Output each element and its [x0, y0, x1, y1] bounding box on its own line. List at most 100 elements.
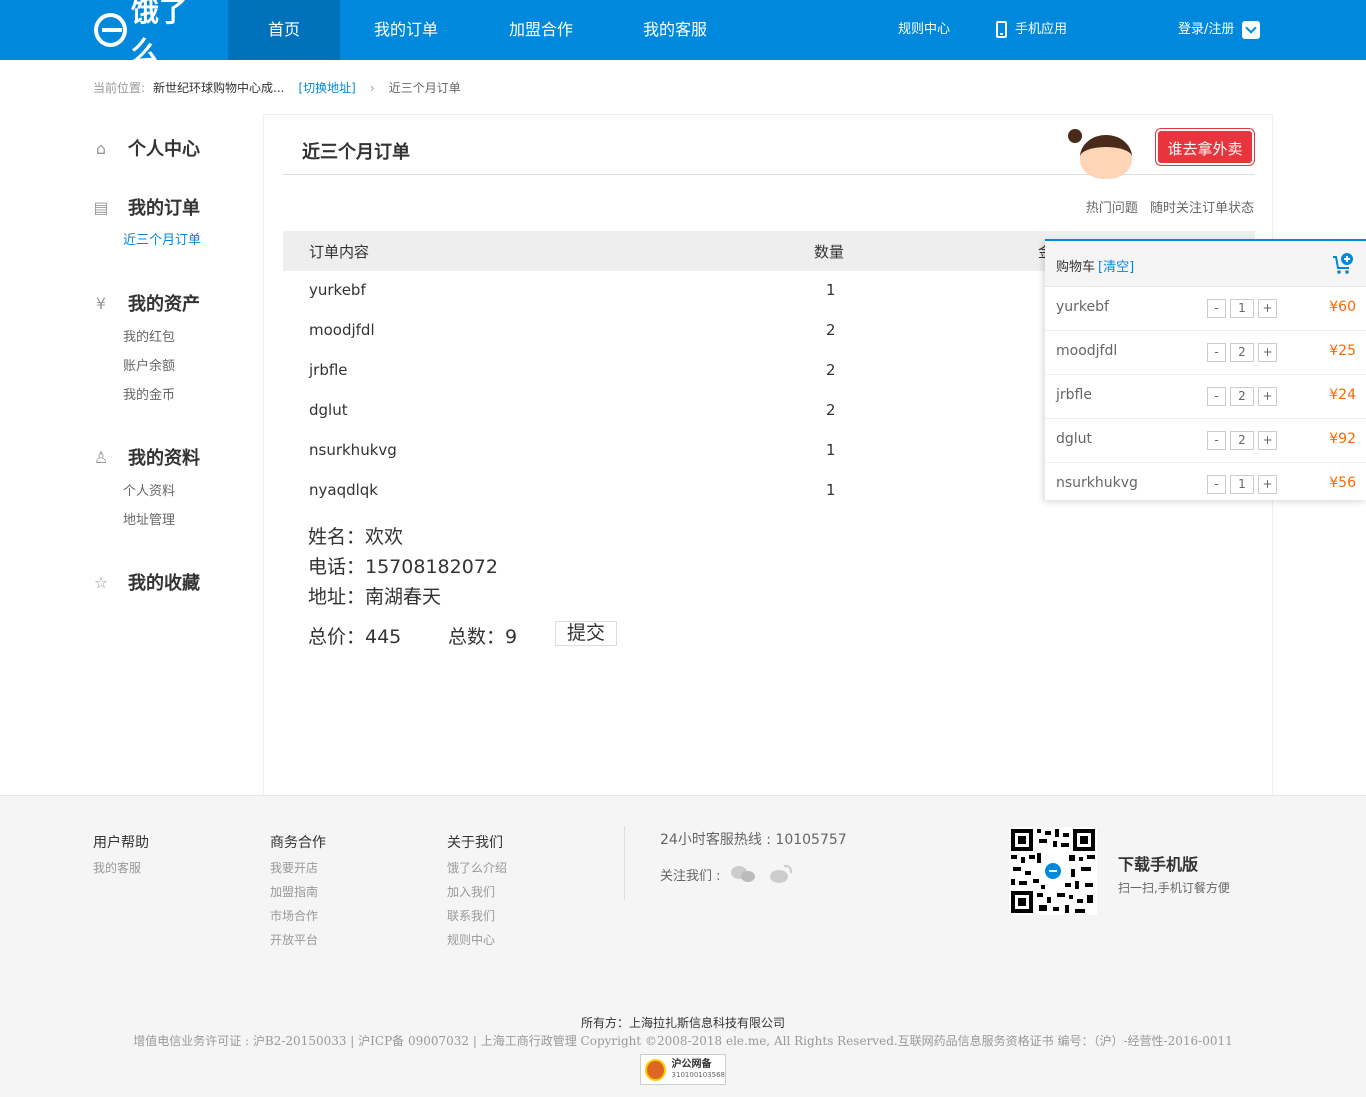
cart-item-name: nsurkhukvg	[1056, 475, 1138, 491]
top-nav-bar: 饿了么 首页 我的订单 加盟合作 我的客服 规则中心 手机应用 登录/注册	[0, 0, 1366, 68]
footer-link[interactable]: 加盟指南	[270, 880, 326, 904]
star-icon: ☆	[93, 572, 109, 592]
police-record-badge[interactable]: 沪公网备 310100103568	[640, 1054, 726, 1085]
sidebar-item-balance[interactable]: 账户余额	[123, 352, 200, 381]
quantity-value[interactable]: 2	[1230, 431, 1254, 450]
cart-item-name: yurkebf	[1056, 299, 1109, 315]
footer-link[interactable]: 饿了么介绍	[447, 856, 507, 880]
cart-item: moodjfdl - 2 + ¥25	[1045, 331, 1366, 375]
quantity-value[interactable]: 2	[1230, 387, 1254, 406]
nav-my-orders[interactable]: 我的订单	[350, 0, 462, 60]
sidebar-item-profile[interactable]: ♙ 我的资料	[93, 443, 200, 471]
site-owner: 所有方：上海拉扎斯信息科技有限公司	[580, 1016, 785, 1030]
increase-button[interactable]: +	[1258, 299, 1277, 318]
footer-link[interactable]: 市场合作	[270, 904, 326, 928]
badge-number: 310100103568	[671, 1070, 725, 1079]
footer-column-title: 商务合作	[270, 835, 326, 851]
sidebar-heading: 我的资料	[128, 448, 200, 469]
login-register[interactable]: 登录/注册	[1178, 0, 1261, 60]
cart-item: jrbfle - 2 + ¥24	[1045, 375, 1366, 419]
quantity-value[interactable]: 1	[1230, 475, 1254, 494]
clear-cart-button[interactable]: [清空]	[1098, 260, 1134, 275]
follow-us: 关注我们 :	[660, 864, 793, 884]
sidebar-heading: 我的收藏	[128, 573, 200, 594]
add-to-cart-icon[interactable]	[1332, 253, 1354, 275]
mascot-hair-bun-icon	[1068, 129, 1082, 143]
sidebar-heading: 我的订单	[128, 198, 200, 219]
sidebar-heading: 个人中心	[128, 139, 200, 160]
sidebar-item-my-orders[interactable]: ▤ 我的订单	[93, 193, 201, 221]
breadcrumb-current: 近三个月订单	[388, 81, 461, 95]
decrease-button[interactable]: -	[1207, 387, 1226, 406]
eleme-logo[interactable]: 饿了么	[94, 0, 212, 68]
switch-address-link[interactable]: [切换地址]	[299, 79, 356, 96]
decrease-button[interactable]: -	[1207, 343, 1226, 362]
yen-icon: ¥	[95, 293, 107, 313]
sidebar-item-coins[interactable]: 我的金币	[123, 381, 200, 410]
quantity-value[interactable]: 1	[1230, 299, 1254, 318]
row-item-name: yurkebf	[309, 281, 366, 299]
page-title: 近三个月订单	[302, 142, 410, 163]
column-header-content: 订单内容	[309, 243, 370, 261]
cart-item: nsurkhukvg - 1 + ¥56	[1045, 463, 1366, 507]
footer-link[interactable]: 规则中心	[447, 928, 507, 952]
nav-mobile-app[interactable]: 手机应用	[996, 0, 1067, 60]
weibo-icon[interactable]	[769, 864, 793, 884]
nav-franchise[interactable]: 加盟合作	[485, 0, 597, 60]
contact-address: 地址：南湖春天	[308, 586, 442, 608]
home-icon: ⌂	[95, 138, 107, 158]
footer-divider	[624, 826, 625, 900]
increase-button[interactable]: +	[1258, 475, 1277, 494]
increase-button[interactable]: +	[1258, 431, 1277, 450]
service-hotline: 24小时客服热线 : 10105757	[660, 832, 847, 848]
nav-rules-center[interactable]: 规则中心	[898, 0, 950, 60]
sidebar-group-assets: ¥ 我的资产 我的红包 账户余额 我的金币	[93, 289, 200, 410]
quantity-stepper: - 1 +	[1207, 299, 1277, 318]
table-row: yurkebf 1	[283, 271, 983, 311]
footer-column-help: 用户帮助 我的客服	[93, 832, 149, 880]
sidebar-item-personal-info[interactable]: 个人资料	[123, 477, 200, 506]
sidebar-item-address-management[interactable]: 地址管理	[123, 506, 200, 535]
cart-item: dglut - 2 + ¥92	[1045, 419, 1366, 463]
footer-link[interactable]: 我的客服	[93, 856, 149, 880]
increase-button[interactable]: +	[1258, 343, 1277, 362]
sidebar-item-favorites[interactable]: ☆ 我的收藏	[93, 568, 200, 596]
cart-item-price: ¥56	[1329, 475, 1356, 491]
table-row: dglut 2	[283, 391, 983, 431]
nav-home[interactable]: 首页	[228, 0, 340, 60]
nav-customer-service[interactable]: 我的客服	[619, 0, 731, 60]
decrease-button[interactable]: -	[1207, 431, 1226, 450]
hot-questions-link[interactable]: 热门问题	[1086, 201, 1138, 216]
decrease-button[interactable]: -	[1207, 299, 1226, 318]
table-row: nyaqdlqk 1	[283, 471, 983, 511]
decrease-button[interactable]: -	[1207, 475, 1226, 494]
sidebar-item-red-packets[interactable]: 我的红包	[123, 323, 200, 352]
footer-link[interactable]: 加入我们	[447, 880, 507, 904]
cart-title-wrap: 购物车 [清空]	[1056, 256, 1134, 275]
table-row: jrbfle 2	[283, 351, 983, 391]
row-item-name: jrbfle	[309, 361, 348, 379]
total-price: 总价：445	[308, 626, 402, 648]
quantity-stepper: - 2 +	[1207, 343, 1277, 362]
row-item-qty: 2	[826, 401, 836, 419]
quantity-value[interactable]: 2	[1230, 343, 1254, 362]
increase-button[interactable]: +	[1258, 387, 1277, 406]
wechat-icon[interactable]	[730, 864, 757, 884]
footer-link[interactable]: 开放平台	[270, 928, 326, 952]
chevron-down-icon[interactable]	[1242, 20, 1261, 39]
row-item-qty: 1	[826, 281, 836, 299]
sidebar-group-profile: ♙ 我的资料 个人资料 地址管理	[93, 443, 200, 535]
mascot-banner: 谁去拿外卖	[1068, 123, 1258, 183]
contact-name: 姓名：欢欢	[308, 526, 404, 548]
sidebar-item-recent-orders[interactable]: 近三个月订单	[123, 226, 201, 255]
footer-link[interactable]: 我要开店	[270, 856, 326, 880]
track-order-link[interactable]: 随时关注订单状态	[1150, 201, 1254, 216]
mobile-app-label: 手机应用	[1015, 22, 1068, 37]
submit-button[interactable]: 提交	[555, 621, 617, 646]
breadcrumb-address[interactable]: 新世纪环球购物中心成...	[153, 79, 284, 96]
sidebar-item-personal-center[interactable]: ⌂ 个人中心	[93, 134, 200, 162]
row-item-name: dglut	[309, 401, 348, 419]
footer-link[interactable]: 联系我们	[447, 904, 507, 928]
breadcrumb-separator-icon: ›	[369, 80, 375, 95]
sidebar-item-assets[interactable]: ¥ 我的资产	[93, 289, 200, 317]
